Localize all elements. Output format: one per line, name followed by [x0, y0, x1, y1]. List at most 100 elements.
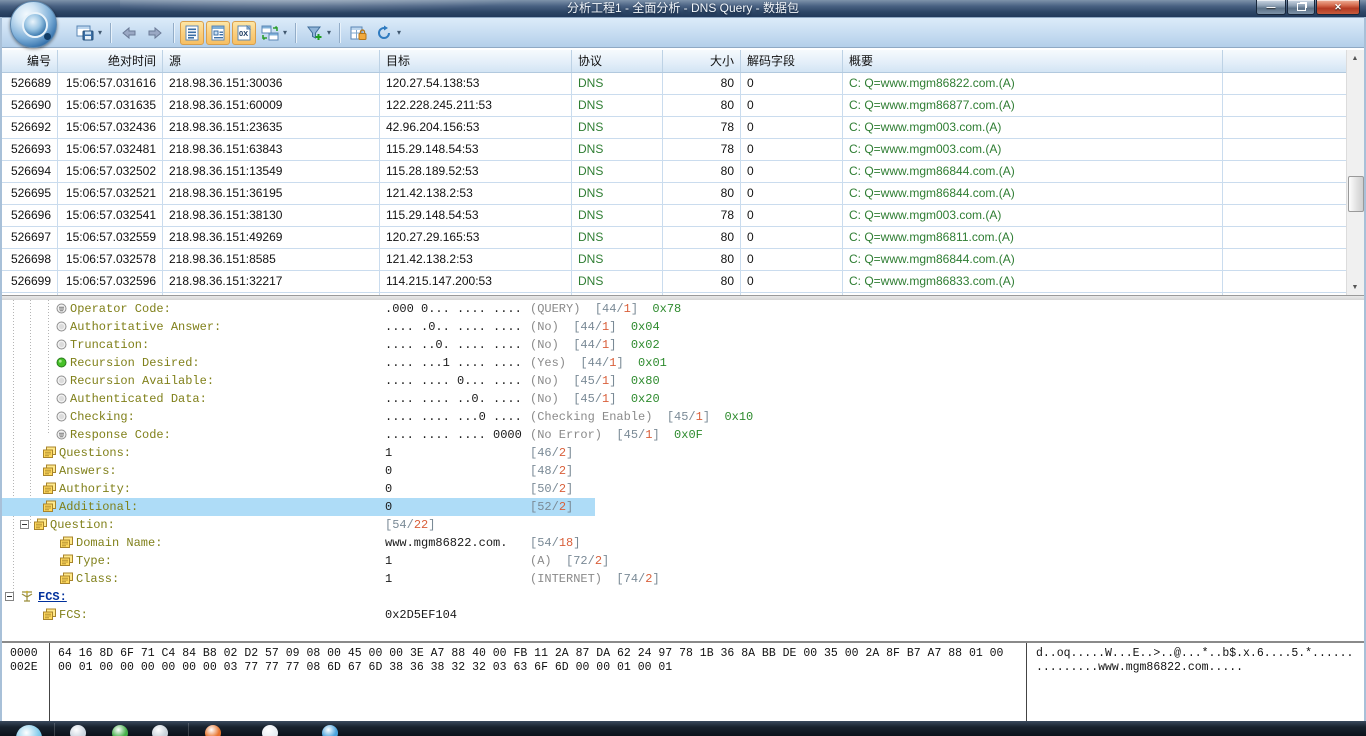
- tree-field-value: 0: [385, 480, 392, 498]
- tree-row-question[interactable]: Question:[54/22]: [2, 516, 1364, 534]
- back-arrow-button[interactable]: [117, 21, 141, 45]
- cell-decoded: 0: [741, 161, 843, 182]
- packet-row[interactable]: 52668915:06:57.031616218.98.36.151:30036…: [0, 73, 1346, 95]
- collapse-box-icon[interactable]: [20, 520, 29, 529]
- cell-size: 80: [663, 249, 741, 270]
- cell-summary: C: Q=www.mgm86877.com.(A): [843, 95, 1223, 116]
- taskbar-app-icon-1[interactable]: [70, 725, 86, 736]
- packet-row[interactable]: 52669415:06:57.032502218.98.36.151:13549…: [0, 161, 1346, 183]
- filter-dropdown-arrow-icon[interactable]: ▾: [327, 28, 331, 37]
- minimize-button[interactable]: —: [1256, 0, 1286, 15]
- collapse-box-icon[interactable]: [5, 592, 14, 601]
- toolbar-separator: [295, 23, 296, 43]
- cascade-icon: [33, 518, 47, 532]
- refresh-button[interactable]: [372, 21, 396, 45]
- tree-row-class[interactable]: Class:1(INTERNET) [74/2]: [2, 570, 1364, 588]
- tree-row-questions[interactable]: Questions:1[46/2]: [2, 444, 1364, 462]
- column-header[interactable]: 目标: [380, 50, 572, 72]
- filter-button[interactable]: [302, 21, 326, 45]
- cell-dst: 122.228.245.211:53: [380, 95, 572, 116]
- tree-field-meta: [52/2]: [530, 498, 573, 516]
- restore-icon: [1297, 3, 1306, 11]
- refresh-dropdown-arrow-icon[interactable]: ▾: [397, 28, 401, 37]
- restore-button[interactable]: [1287, 0, 1315, 15]
- cell-summary: C: Q=www.mgm86833.com.(A): [843, 271, 1223, 292]
- taskbar-app-icon-4[interactable]: [205, 725, 221, 736]
- cell-size: 80: [663, 95, 741, 116]
- packet-list-scrollbar[interactable]: ▲ ▼: [1346, 50, 1364, 295]
- packet-row[interactable]: 52669815:06:57.032578218.98.36.151:85851…: [0, 249, 1346, 271]
- packet-table-body: 52668915:06:57.031616218.98.36.151:30036…: [0, 73, 1346, 295]
- column-header[interactable]: 解码字段: [741, 50, 843, 72]
- tree-field-meta: (Checking Enable) [45/1] 0x10: [530, 408, 753, 426]
- packet-row[interactable]: 52669915:06:57.032596218.98.36.151:32217…: [0, 271, 1346, 293]
- save-button[interactable]: [73, 21, 97, 45]
- forward-arrow-button[interactable]: [143, 21, 167, 45]
- taskbar-app-icon-3[interactable]: [152, 725, 168, 736]
- column-header[interactable]: 协议: [572, 50, 663, 72]
- tree-row-authenticated-data[interactable]: Authenticated Data:.... .... ..0. ....(N…: [2, 390, 1364, 408]
- tree-field-label: Response Code:: [70, 426, 171, 444]
- tree-row-type[interactable]: Type:1(A) [72/2]: [2, 552, 1364, 570]
- swap-view-button[interactable]: [258, 21, 282, 45]
- cell-dst: 114.215.147.200:53: [380, 271, 572, 292]
- tree-row-domain-name[interactable]: Domain Name:www.mgm86822.com.[54/18]: [2, 534, 1364, 552]
- scroll-down-arrow-icon[interactable]: ▼: [1347, 279, 1363, 295]
- packet-row[interactable]: 52669015:06:57.031635218.98.36.151:60009…: [0, 95, 1346, 117]
- lock-table-button[interactable]: [346, 21, 370, 45]
- scrollbar-thumb[interactable]: [1348, 176, 1364, 212]
- cascade-icon: [59, 536, 73, 550]
- list-view-button[interactable]: [180, 21, 204, 45]
- tree-row-recursion-desired[interactable]: Recursion Desired:.... ...1 .... ....(Ye…: [2, 354, 1364, 372]
- close-button[interactable]: ✕: [1316, 0, 1360, 15]
- packet-row[interactable]: 52669715:06:57.032559218.98.36.151:49269…: [0, 227, 1346, 249]
- packet-row[interactable]: 52669315:06:57.032481218.98.36.151:63843…: [0, 139, 1346, 161]
- tree-field-meta: (QUERY) [44/1] 0x78: [530, 300, 681, 318]
- tree-field-label: Type:: [76, 552, 112, 570]
- tree-row-operator-code[interactable]: Operator Code:.000 0... .... ....(QUERY)…: [2, 300, 1364, 318]
- tree-row-recursion-available[interactable]: Recursion Available:.... .... 0... ....(…: [2, 372, 1364, 390]
- cascade-icon: [42, 608, 56, 622]
- tree-field-meta: (No Error) [45/1] 0x0F: [530, 426, 703, 444]
- cell-dst: 120.27.54.138:53: [380, 73, 572, 94]
- column-header[interactable]: 源: [163, 50, 380, 72]
- tree-field-label: Class:: [76, 570, 119, 588]
- cell-no: 526695: [0, 183, 58, 204]
- windows-taskbar[interactable]: [0, 721, 1366, 736]
- tree-row-answers[interactable]: Answers:0[48/2]: [2, 462, 1364, 480]
- cell-no: 526699: [0, 271, 58, 292]
- scroll-up-arrow-icon[interactable]: ▲: [1347, 50, 1363, 66]
- tree-row-authoritative-answer[interactable]: Authoritative Answer:.... .0.. .... ....…: [2, 318, 1364, 336]
- column-header[interactable]: 编号: [0, 50, 58, 72]
- cell-time: 15:06:57.032436: [58, 117, 163, 138]
- hex-view-button[interactable]: 0X: [232, 21, 256, 45]
- packet-row[interactable]: 52669615:06:57.032541218.98.36.151:38130…: [0, 205, 1346, 227]
- detail-view-button[interactable]: [206, 21, 230, 45]
- save-dropdown-arrow-icon[interactable]: ▾: [98, 28, 102, 37]
- tree-field-label: Truncation:: [70, 336, 149, 354]
- cell-src: 218.98.36.151:60009: [163, 95, 380, 116]
- packet-row[interactable]: 52669215:06:57.032436218.98.36.151:23635…: [0, 117, 1346, 139]
- column-header[interactable]: 大小: [663, 50, 741, 72]
- column-header[interactable]: 概要: [843, 50, 1223, 72]
- column-header[interactable]: 绝对时间: [58, 50, 163, 72]
- tree-row-fcs[interactable]: FCS:: [2, 588, 1364, 606]
- swap-view-dropdown-arrow-icon[interactable]: ▾: [283, 28, 287, 37]
- cell-size: 78: [663, 205, 741, 226]
- tree-field-value: .000 0... .... ....: [385, 300, 522, 318]
- tree-row-additional[interactable]: Additional:0[52/2]: [2, 498, 1364, 516]
- start-button[interactable]: [16, 725, 42, 736]
- tree-row-authority[interactable]: Authority:0[50/2]: [2, 480, 1364, 498]
- tree-row-truncation[interactable]: Truncation:.... ..0. .... ....(No) [44/1…: [2, 336, 1364, 354]
- window-frame-left: [0, 17, 2, 721]
- tree-row-response-code[interactable]: Response Code:.... .... .... 0000(No Err…: [2, 426, 1364, 444]
- tree-row-checking[interactable]: Checking:.... .... ...0 ....(Checking En…: [2, 408, 1364, 426]
- taskbar-app-icon-2[interactable]: [112, 725, 128, 736]
- title-bar[interactable]: 分析工程1 - 全面分析 - DNS Query - 数据包: [0, 0, 1366, 17]
- taskbar-app-icon-5[interactable]: [262, 725, 278, 736]
- lock-table-icon: [350, 25, 367, 41]
- cell-summary: C: Q=www.mgm86844.com.(A): [843, 249, 1223, 270]
- packet-row[interactable]: 52669515:06:57.032521218.98.36.151:36195…: [0, 183, 1346, 205]
- taskbar-app-icon-6[interactable]: [322, 725, 338, 736]
- tree-row-fcs[interactable]: FCS:0x2D5EF104: [2, 606, 1364, 624]
